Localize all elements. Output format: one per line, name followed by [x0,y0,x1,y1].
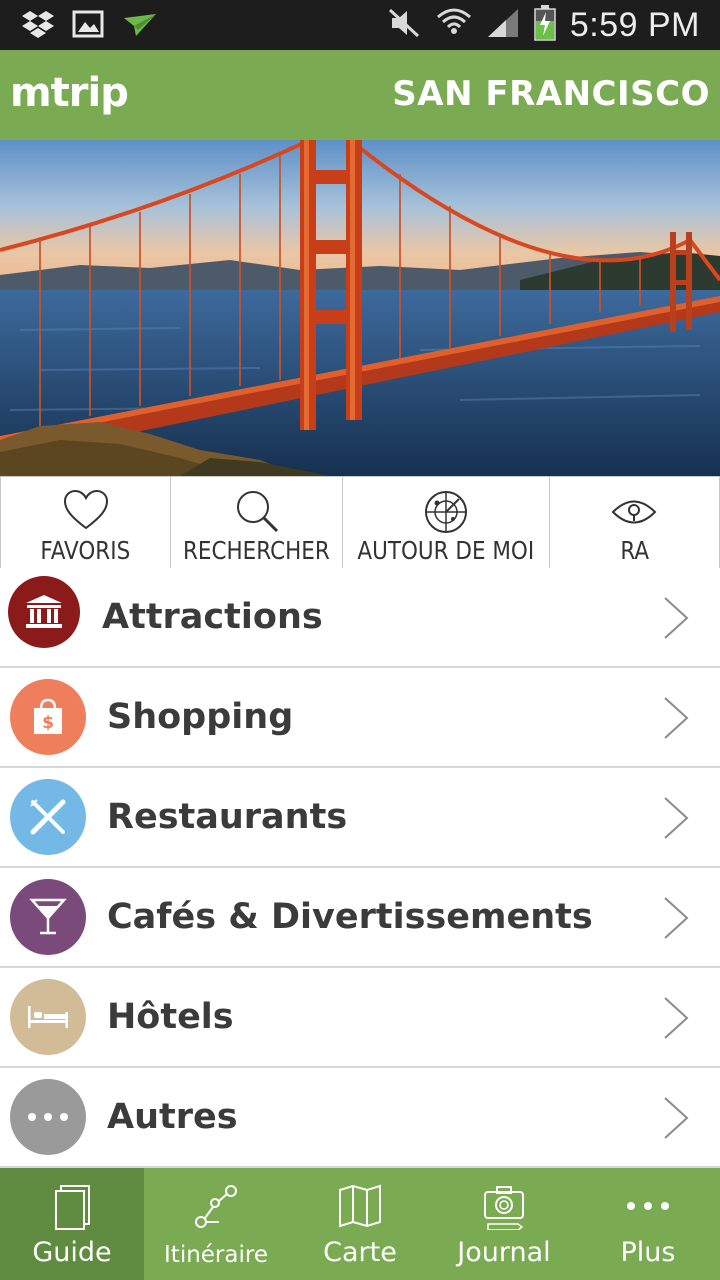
tab-plus[interactable]: Plus [576,1168,720,1280]
city-title[interactable]: SAN FRANCISCO [392,74,710,114]
list-item-cafes-divertissements[interactable]: Cafés & Divertissements [0,868,720,968]
tab-label: Carte [323,1237,397,1268]
list-item-restaurants[interactable]: Restaurants [0,768,720,868]
tab-label: Plus [620,1237,676,1268]
chevron-right-icon [664,1097,689,1139]
clock-time: 5:59 PM [569,6,700,44]
chevron-right-icon [664,897,689,939]
tab-label: Itinéraire [164,1242,268,1268]
radar-icon [424,491,467,533]
shopping-bag-icon: $ [10,679,86,755]
signal-icon [486,7,520,44]
more-icon [627,1202,669,1210]
bottom-navigation: Guide Itinéraire Carte Journal Plus [0,1168,720,1280]
cocktail-icon [10,879,86,955]
ra-button[interactable]: RA [550,477,720,569]
tab-label: Guide [32,1237,112,1268]
rechercher-label: RECHERCHER [183,536,331,565]
chevron-right-icon [664,597,689,639]
map-icon [339,1184,381,1228]
list-item-label: Cafés & Divertissements [107,897,593,937]
chevron-right-icon [664,997,689,1039]
tab-guide[interactable]: Guide [0,1168,144,1280]
autour-de-moi-label: AUTOUR DE MOI [357,536,535,565]
tab-itineraire[interactable]: Itinéraire [144,1168,288,1280]
fork-knife-icon [10,779,86,855]
svg-text:$: $ [42,713,54,733]
chevron-right-icon [664,697,689,739]
quick-actions-bar: FAVORIS RECHERCHER AUTOUR DE MOI RA [0,476,720,570]
bed-icon [10,979,86,1055]
eye-icon [611,500,657,524]
wifi-icon [436,7,472,44]
heart-icon [63,489,108,530]
favoris-label: FAVORIS [40,536,131,565]
brand-logo[interactable]: mtrip [10,70,129,116]
app-header: mtrip SAN FRANCISCO [0,50,720,140]
category-list: Attractions $ Shopping Restaurants Cafés… [0,568,720,1168]
hero-image-golden-gate [0,140,720,476]
search-icon [236,491,278,533]
camera-icon [484,1186,524,1230]
list-item-attractions[interactable]: Attractions [0,568,720,668]
favoris-button[interactable]: FAVORIS [0,477,172,569]
tab-journal[interactable]: Journal [432,1168,576,1280]
list-item-autres[interactable]: Autres [0,1068,720,1168]
paper-plane-icon [122,10,158,43]
battery-charging-icon [534,5,556,46]
image-icon [72,10,104,43]
mute-icon [388,8,422,43]
ra-label: RA [619,536,649,565]
route-icon [195,1185,237,1228]
status-bar: 5:59 PM [0,0,720,50]
autour-de-moi-button[interactable]: AUTOUR DE MOI [343,477,550,569]
rechercher-button[interactable]: RECHERCHER [171,477,344,569]
list-item-label: Hôtels [107,997,234,1037]
guide-book-icon [55,1185,90,1230]
dropbox-icon [22,9,54,44]
tab-label: Journal [457,1237,551,1268]
list-item-hotels[interactable]: Hôtels [0,968,720,1068]
list-item-label: Restaurants [107,797,348,837]
list-item-label: Shopping [107,697,294,737]
chevron-right-icon [664,797,689,839]
more-icon [10,1079,86,1155]
museum-icon [8,576,80,648]
list-item-label: Attractions [102,597,323,637]
list-item-label: Autres [107,1097,238,1137]
tab-carte[interactable]: Carte [288,1168,432,1280]
list-item-shopping[interactable]: $ Shopping [0,668,720,768]
